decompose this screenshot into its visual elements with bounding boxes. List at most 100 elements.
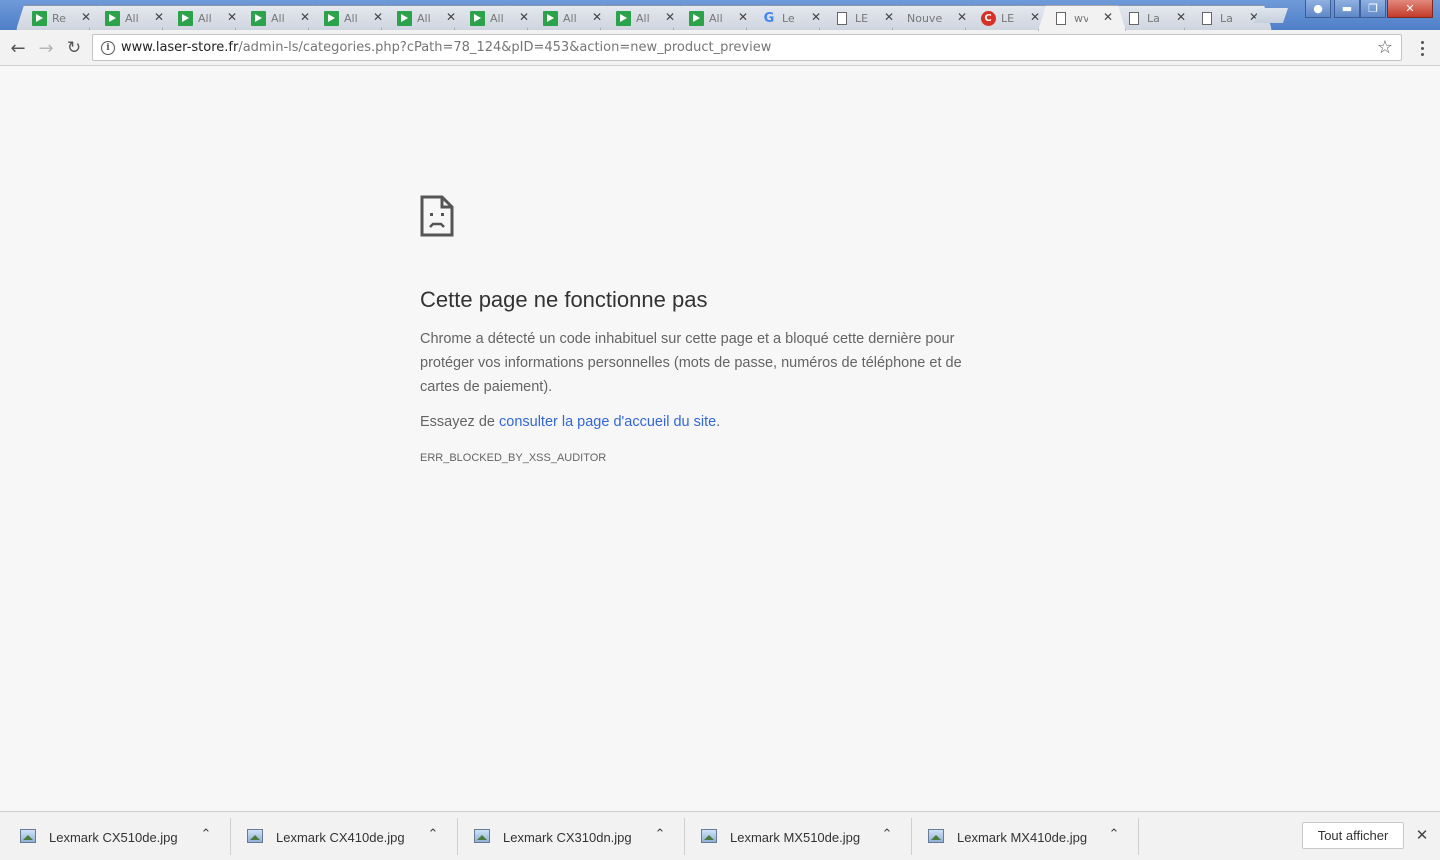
google-icon: G [763, 10, 775, 26]
tab-title: Le [782, 11, 795, 25]
forward-arrow-icon[interactable]: → [34, 36, 58, 60]
close-icon[interactable]: ✕ [225, 10, 239, 24]
minimize-button[interactable]: ▬ [1334, 0, 1360, 18]
green-play-icon [323, 10, 339, 26]
close-icon[interactable]: ✕ [444, 10, 458, 24]
green-play-icon [396, 10, 412, 26]
tab-title: LE [855, 11, 869, 25]
maximize-button[interactable]: ❐ [1360, 0, 1386, 18]
error-description: Chrome a détecté un code inhabituel sur … [420, 331, 962, 395]
image-file-icon [928, 829, 944, 843]
tab-strip: Re ✕ All ✕ All ✕ All ✕ All ✕ All ✕ All ✕… [0, 0, 1440, 30]
error-code: ERR_BLOCKED_BY_XSS_AUDITOR [420, 452, 607, 464]
close-icon[interactable]: ✕ [1028, 10, 1042, 24]
document-icon [1199, 10, 1215, 26]
back-arrow-icon[interactable]: ← [6, 36, 30, 60]
show-all-downloads-button[interactable]: Tout afficher [1302, 822, 1404, 849]
download-filename: Lexmark CX510de.jpg [49, 830, 178, 845]
download-item[interactable]: Lexmark CX410de.jpg ⌃ [227, 818, 454, 856]
window-close-button[interactable]: ✕ [1387, 0, 1433, 18]
close-icon[interactable]: ✕ [517, 10, 531, 24]
download-item[interactable]: Lexmark MX510de.jpg ⌃ [681, 818, 908, 856]
tab-title: All [125, 11, 139, 25]
image-file-icon [247, 829, 263, 843]
error-suggestion: Essayez de consulter la page d'accueil d… [420, 414, 1000, 430]
download-item[interactable]: Lexmark CX510de.jpg ⌃ [0, 818, 227, 856]
tab-title: wv [1074, 12, 1088, 25]
reload-icon[interactable]: ↻ [62, 36, 86, 60]
close-icon[interactable]: ✕ [79, 10, 93, 24]
document-icon [834, 10, 850, 26]
error-title: Cette page ne fonctionne pas [420, 287, 708, 312]
browser-toolbar: ← → ↻ i www.laser-store.fr/admin-ls/cate… [0, 30, 1440, 66]
green-play-icon [31, 10, 47, 26]
download-shelf: Lexmark CX510de.jpg ⌃ Lexmark CX410de.jp… [0, 811, 1440, 860]
tab-title: All [563, 11, 577, 25]
close-icon[interactable]: ✕ [663, 10, 677, 24]
url-path: /admin-ls/categories.php?cPath=78_124&pI… [238, 40, 772, 55]
green-play-icon [250, 10, 266, 26]
download-item[interactable]: Lexmark CX310dn.jpg ⌃ [454, 818, 681, 856]
green-play-icon [688, 10, 704, 26]
close-icon[interactable]: ✕ [1413, 826, 1431, 844]
tab-title: All [709, 11, 723, 25]
bookmark-star-icon[interactable]: ☆ [1377, 37, 1393, 58]
tab-title: All [344, 11, 358, 25]
image-file-icon [701, 829, 717, 843]
tab-title: Nouve [907, 11, 943, 25]
page-content: Cette page ne fonctionne pas Chrome a dé… [0, 67, 1440, 811]
download-filename: Lexmark MX410de.jpg [957, 830, 1088, 845]
tab-title: All [636, 11, 650, 25]
sad-page-icon [420, 195, 454, 237]
red-c-icon: C [980, 10, 996, 26]
green-play-icon [177, 10, 193, 26]
close-icon[interactable]: ✕ [590, 10, 604, 24]
image-file-icon [20, 829, 36, 843]
tab-title: All [271, 11, 285, 25]
close-icon[interactable]: ✕ [1174, 10, 1188, 24]
tab-title: Re [52, 11, 66, 25]
chevron-up-icon[interactable]: ⌃ [879, 827, 895, 842]
green-play-icon [469, 10, 485, 26]
download-item[interactable]: Lexmark MX410de.jpg ⌃ [908, 818, 1135, 856]
new-tab-button[interactable] [1254, 8, 1288, 23]
chevron-up-icon[interactable]: ⌃ [198, 827, 214, 842]
chevron-up-icon[interactable]: ⌃ [1106, 827, 1122, 842]
url-text[interactable]: www.laser-store.fr/admin-ls/categories.p… [121, 40, 771, 55]
suggestion-suffix: . [716, 414, 721, 430]
homepage-link[interactable]: consulter la page d'accueil du site [499, 414, 716, 430]
user-profile-icon[interactable]: ● [1305, 0, 1331, 18]
green-play-icon [542, 10, 558, 26]
url-host: www.laser-store.fr [121, 40, 239, 55]
tab-title: La [1220, 11, 1233, 25]
chevron-up-icon[interactable]: ⌃ [425, 827, 441, 842]
tab-title: La [1147, 11, 1160, 25]
close-icon[interactable]: ✕ [152, 10, 166, 24]
tab-title: All [490, 11, 504, 25]
green-play-icon [615, 10, 631, 26]
address-bar[interactable]: i www.laser-store.fr/admin-ls/categories… [92, 34, 1402, 61]
download-filename: Lexmark MX510de.jpg [730, 830, 861, 845]
green-play-icon [104, 10, 120, 26]
close-icon[interactable]: ✕ [371, 10, 385, 24]
divider [1138, 818, 1139, 855]
info-icon[interactable]: i [101, 40, 115, 55]
chevron-up-icon[interactable]: ⌃ [652, 827, 668, 842]
suggestion-prefix: Essayez de [420, 414, 499, 430]
browser-tab-active[interactable]: wv ✕ [1038, 5, 1126, 31]
document-icon [1053, 11, 1069, 27]
close-icon[interactable]: ✕ [736, 10, 750, 24]
document-icon [1126, 10, 1142, 26]
error-container: Cette page ne fonctionne pas Chrome a dé… [420, 195, 1000, 464]
download-filename: Lexmark CX310dn.jpg [503, 830, 632, 845]
close-icon[interactable]: ✕ [298, 10, 312, 24]
close-icon[interactable]: ✕ [882, 10, 896, 24]
close-icon[interactable]: ✕ [1101, 10, 1115, 24]
download-filename: Lexmark CX410de.jpg [276, 830, 405, 845]
close-icon[interactable]: ✕ [809, 10, 823, 24]
close-icon[interactable]: ✕ [955, 10, 969, 24]
image-file-icon [474, 829, 490, 843]
chrome-menu-icon[interactable] [1414, 36, 1430, 60]
tab-title: LE [1001, 11, 1015, 25]
tab-title: All [198, 11, 212, 25]
